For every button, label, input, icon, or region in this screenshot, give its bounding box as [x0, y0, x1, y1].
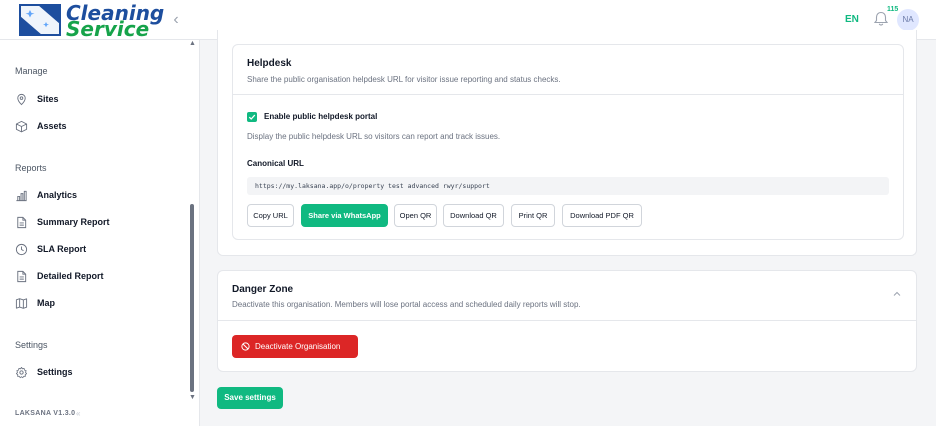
canonical-url-field[interactable]: https://my.laksana.app/o/property test a… — [247, 177, 889, 195]
enable-helpdesk-label[interactable]: Enable public helpdesk portal — [264, 112, 377, 121]
sidebar-item-label: Map — [37, 298, 55, 308]
notification-count-badge: 115 — [887, 6, 899, 13]
scroll-up-arrow-icon[interactable]: ▲ — [189, 40, 196, 47]
app-logo[interactable]: Cleaning Service — [10, 2, 164, 41]
helpdesk-title: Helpdesk — [247, 58, 292, 69]
map-icon — [15, 297, 28, 309]
document-icon — [17, 270, 27, 282]
sidebar-item-sites[interactable]: Sites — [15, 89, 185, 109]
sidebar: Manage Sites Assets Reports Analytics Su… — [0, 40, 200, 426]
sidebar-section-reports: Reports — [15, 163, 47, 173]
open-qr-button[interactable]: Open QR — [394, 204, 437, 227]
deactivate-label: Deactivate Organisation — [255, 342, 341, 351]
helpdesk-description: Share the public organisation helpdesk U… — [247, 75, 561, 84]
scrollbar-thumb[interactable] — [190, 204, 194, 392]
sidebar-item-map[interactable]: Map — [15, 293, 185, 313]
check-icon — [248, 114, 256, 120]
helpdesk-card: Helpdesk Share the public organisation h… — [232, 44, 904, 240]
sidebar-item-label: Settings — [37, 367, 73, 377]
sidebar-item-sla-report[interactable]: SLA Report — [15, 239, 185, 259]
sidebar-item-label: Assets — [37, 121, 67, 131]
copy-url-button[interactable]: Copy URL — [247, 204, 294, 227]
enable-helpdesk-checkbox[interactable] — [247, 112, 257, 122]
print-qr-button[interactable]: Print QR — [511, 204, 555, 227]
share-whatsapp-button[interactable]: Share via WhatsApp — [301, 204, 388, 227]
language-switcher[interactable]: EN — [845, 14, 859, 25]
user-avatar[interactable]: NA — [897, 9, 919, 31]
sidebar-item-settings[interactable]: Settings — [15, 362, 185, 382]
sidebar-item-summary-report[interactable]: Summary Report — [15, 212, 185, 232]
clock-icon — [15, 243, 28, 255]
canonical-url-label: Canonical URL — [247, 159, 304, 168]
enable-helpdesk-description: Display the public helpdesk URL so visit… — [247, 132, 501, 141]
ban-icon — [241, 342, 250, 351]
bar-chart-icon — [16, 190, 27, 201]
danger-zone-title: Danger Zone — [232, 284, 294, 295]
document-icon — [17, 216, 27, 228]
cube-icon — [15, 120, 28, 132]
logo-mark-icon — [19, 4, 61, 36]
sidebar-item-label: Analytics — [37, 190, 78, 200]
sidebar-item-label: Detailed Report — [37, 271, 104, 281]
app-version: LAKSANA V1.3.0 — [15, 410, 76, 417]
download-qr-button[interactable]: Download QR — [443, 204, 504, 227]
sidebar-scrollbar[interactable]: ▲ ▼ — [188, 40, 198, 406]
sidebar-section-settings: Settings — [15, 340, 48, 350]
gear-icon — [15, 366, 28, 378]
deactivate-organisation-button[interactable]: Deactivate Organisation — [232, 335, 358, 358]
divider — [218, 320, 916, 321]
canonical-url-value: https://my.laksana.app/o/property test a… — [255, 182, 490, 190]
map-pin-icon — [17, 93, 26, 105]
sidebar-item-label: Sites — [37, 94, 59, 104]
danger-zone-card: Danger Zone Deactivate this organisation… — [217, 270, 917, 372]
sidebar-item-assets[interactable]: Assets — [15, 116, 185, 136]
collapse-arrows-icon[interactable]: « — [76, 409, 80, 418]
danger-zone-description: Deactivate this organisation. Members wi… — [232, 300, 581, 309]
chevron-up-icon[interactable] — [892, 289, 902, 299]
sidebar-item-label: Summary Report — [37, 217, 110, 227]
divider — [233, 94, 903, 95]
scroll-down-arrow-icon[interactable]: ▼ — [189, 394, 196, 401]
save-settings-button[interactable]: Save settings — [217, 387, 283, 409]
sidebar-section-manage: Manage — [15, 66, 48, 76]
sidebar-item-label: SLA Report — [37, 244, 87, 254]
collapse-sidebar-button[interactable]: ‹ — [168, 10, 184, 30]
sidebar-item-analytics[interactable]: Analytics — [15, 185, 185, 205]
logo-text-line2: Service — [66, 17, 150, 41]
download-pdf-qr-button[interactable]: Download PDF QR — [562, 204, 642, 227]
sidebar-item-detailed-report[interactable]: Detailed Report — [15, 266, 185, 286]
